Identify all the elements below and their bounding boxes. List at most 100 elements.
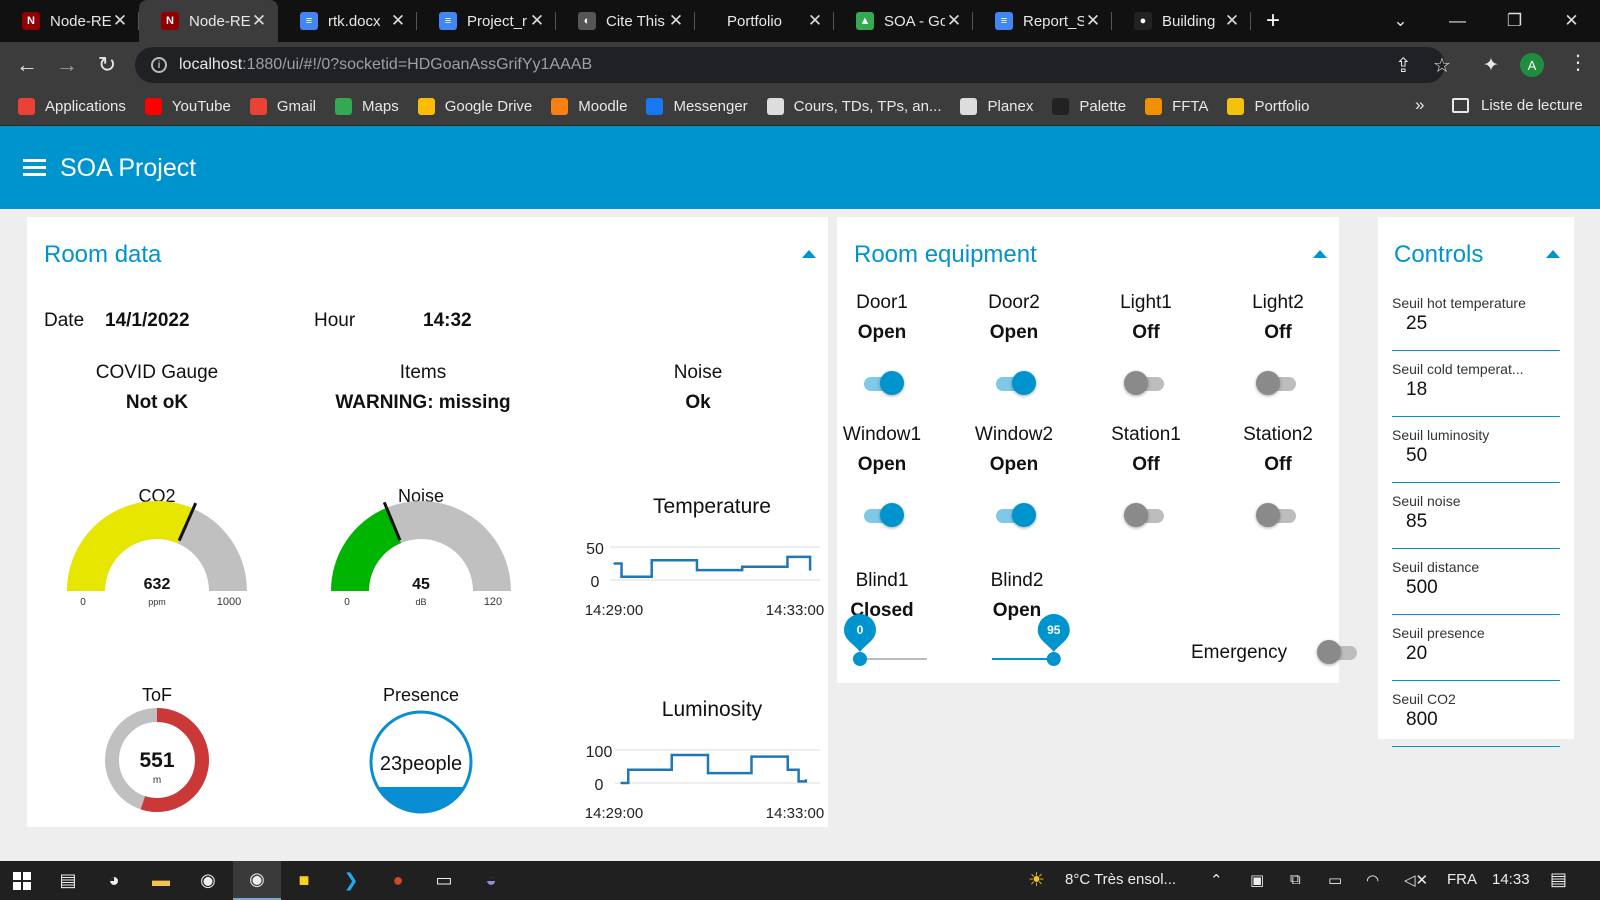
bookmarks-more-button[interactable]: » [1415,95,1424,115]
light1-toggle[interactable] [1124,370,1168,396]
browser-tab[interactable]: Portfolio ✕ [695,0,834,42]
collapse-room-data-icon[interactable] [802,250,816,258]
tab-close-icon[interactable]: ✕ [111,11,129,31]
tab-search-icon[interactable]: ⌄ [1372,0,1429,42]
bookmark-item[interactable]: YouTube [144,98,231,115]
threshold-value[interactable]: 25 [1406,313,1427,335]
threshold-value[interactable]: 18 [1406,379,1427,401]
threshold-field[interactable]: Seuil CO2 800 [1392,691,1560,747]
menu-icon[interactable]: ⋮ [1568,50,1588,75]
threshold-field[interactable]: Seuil noise 85 [1392,493,1560,549]
bookmark-item[interactable]: Moodle [551,98,627,115]
notifications-icon[interactable]: ▤ [1550,869,1567,890]
bookmark-item[interactable]: Applications [18,98,126,115]
app-icon-paint[interactable]: ◕ [92,861,136,900]
tab-close-icon[interactable]: ✕ [250,11,268,31]
tab-close-icon[interactable]: ✕ [667,11,685,31]
forward-button[interactable]: → [54,52,80,78]
terminal-icon[interactable]: ▭ [422,861,466,900]
browser-tab[interactable]: ● Building ✕ [1112,0,1251,42]
threshold-field[interactable]: Seuil hot temperature 25 [1392,295,1560,351]
browser-tab[interactable]: ◐ Cite This ✕ [556,0,695,42]
vscode-icon[interactable]: ❯ [329,861,373,900]
language-indicator[interactable]: FRA [1447,871,1477,888]
station2-toggle[interactable] [1256,502,1300,528]
blind1-slider[interactable]: 0 [844,614,927,666]
browser-tab[interactable]: ≡ Report_S ✕ [973,0,1112,42]
window2-toggle[interactable] [992,502,1036,528]
blind2-slider[interactable]: 95 [992,614,1070,666]
threshold-value[interactable]: 85 [1406,511,1427,533]
threshold-value[interactable]: 800 [1406,709,1438,731]
station1-toggle[interactable] [1124,502,1168,528]
volume-mute-icon[interactable]: ◁✕ [1404,871,1428,889]
close-window-button[interactable]: ✕ [1543,0,1600,42]
tab-close-icon[interactable]: ✕ [945,11,963,31]
door1-toggle[interactable] [860,370,904,396]
site-info-icon[interactable]: i [151,57,167,73]
bookmark-item[interactable]: Cours, TDs, TPs, an... [766,98,941,115]
window1-toggle[interactable] [860,502,904,528]
address-bar[interactable]: i localhost:1880/ui/#!/0?socketid=HDGoan… [135,47,1451,83]
eclipse-icon[interactable]: ◒ [469,861,513,900]
bookmark-item[interactable]: Planex [960,98,1033,115]
tray-chevron-icon[interactable]: ⌃ [1210,871,1223,889]
threshold-value[interactable]: 20 [1406,643,1427,665]
bookmark-item[interactable]: Gmail [249,98,316,115]
sticky-notes-icon[interactable]: ■ [282,861,326,900]
extensions-icon[interactable]: ✦ [1483,54,1499,77]
chrome-active-icon[interactable]: ◉ [233,861,281,900]
tab-close-icon[interactable]: ✕ [389,11,407,31]
minimize-button[interactable]: — [1429,0,1486,42]
blind1-slider-thumb[interactable] [853,652,867,666]
start-button[interactable] [0,861,44,900]
emergency-toggle[interactable] [1317,639,1361,665]
browser-tab[interactable]: ▲ SOA - Go ✕ [834,0,973,42]
new-tab-button[interactable]: + [1251,0,1295,42]
bookmark-star-icon[interactable]: ☆ [1433,53,1451,78]
threshold-field[interactable]: Seuil cold temperat... 18 [1392,361,1560,417]
bookmark-item[interactable]: Portfolio [1227,98,1309,115]
browser-tab[interactable]: N Node-RE ✕ [139,0,278,42]
threshold-field[interactable]: Seuil presence 20 [1392,625,1560,681]
reload-button[interactable]: ↻ [94,52,120,78]
task-view-icon[interactable]: ▤ [46,861,90,900]
powerpoint-icon[interactable]: ● [376,861,420,900]
restore-button[interactable]: ❐ [1486,0,1543,42]
back-button[interactable]: ← [14,52,40,78]
battery-icon[interactable]: ▭ [1328,871,1342,889]
blind2-slider-thumb[interactable] [1046,652,1061,666]
browser-tab[interactable]: ≡ rtk.docx ✕ [278,0,417,42]
weather-text[interactable]: 8°C Très ensol... [1065,871,1176,888]
bookmark-item[interactable]: Maps [335,98,399,115]
profile-avatar[interactable]: A [1520,53,1544,77]
chrome-icon[interactable]: ◉ [186,861,230,900]
reading-list-button[interactable]: Liste de lecture [1452,97,1583,114]
collapse-controls-icon[interactable] [1546,250,1560,258]
tab-close-icon[interactable]: ✕ [528,11,546,31]
luminosity-xtick-start: 14:29:00 [585,805,643,822]
screen-icon[interactable]: ⧉ [1290,871,1301,888]
file-explorer-icon[interactable]: ▬ [139,861,183,900]
tab-close-icon[interactable]: ✕ [1223,11,1241,31]
threshold-field[interactable]: Seuil luminosity 50 [1392,427,1560,483]
share-icon[interactable]: ⇪ [1395,53,1412,78]
threshold-field[interactable]: Seuil distance 500 [1392,559,1560,615]
threshold-value[interactable]: 50 [1406,445,1427,467]
light2-toggle[interactable] [1256,370,1300,396]
tab-close-icon[interactable]: ✕ [1084,11,1102,31]
door2-toggle[interactable] [992,370,1036,396]
browser-tab[interactable]: ≡ Project_r ✕ [417,0,556,42]
bookmark-item[interactable]: Messenger [646,98,748,115]
tab-close-icon[interactable]: ✕ [806,11,824,31]
collapse-equipment-icon[interactable] [1313,250,1327,258]
threshold-value[interactable]: 500 [1406,577,1438,599]
clock[interactable]: 14:33 [1492,871,1530,888]
meet-icon[interactable]: ▣ [1250,871,1264,889]
bookmark-item[interactable]: Google Drive [417,98,532,115]
wifi-icon[interactable]: ◠ [1366,871,1379,889]
bookmark-item[interactable]: FFTA [1145,98,1208,115]
browser-tab[interactable]: N Node-RE ✕ [0,0,139,42]
bookmark-item[interactable]: Palette [1052,98,1126,115]
menu-hamburger-icon[interactable] [23,159,46,176]
